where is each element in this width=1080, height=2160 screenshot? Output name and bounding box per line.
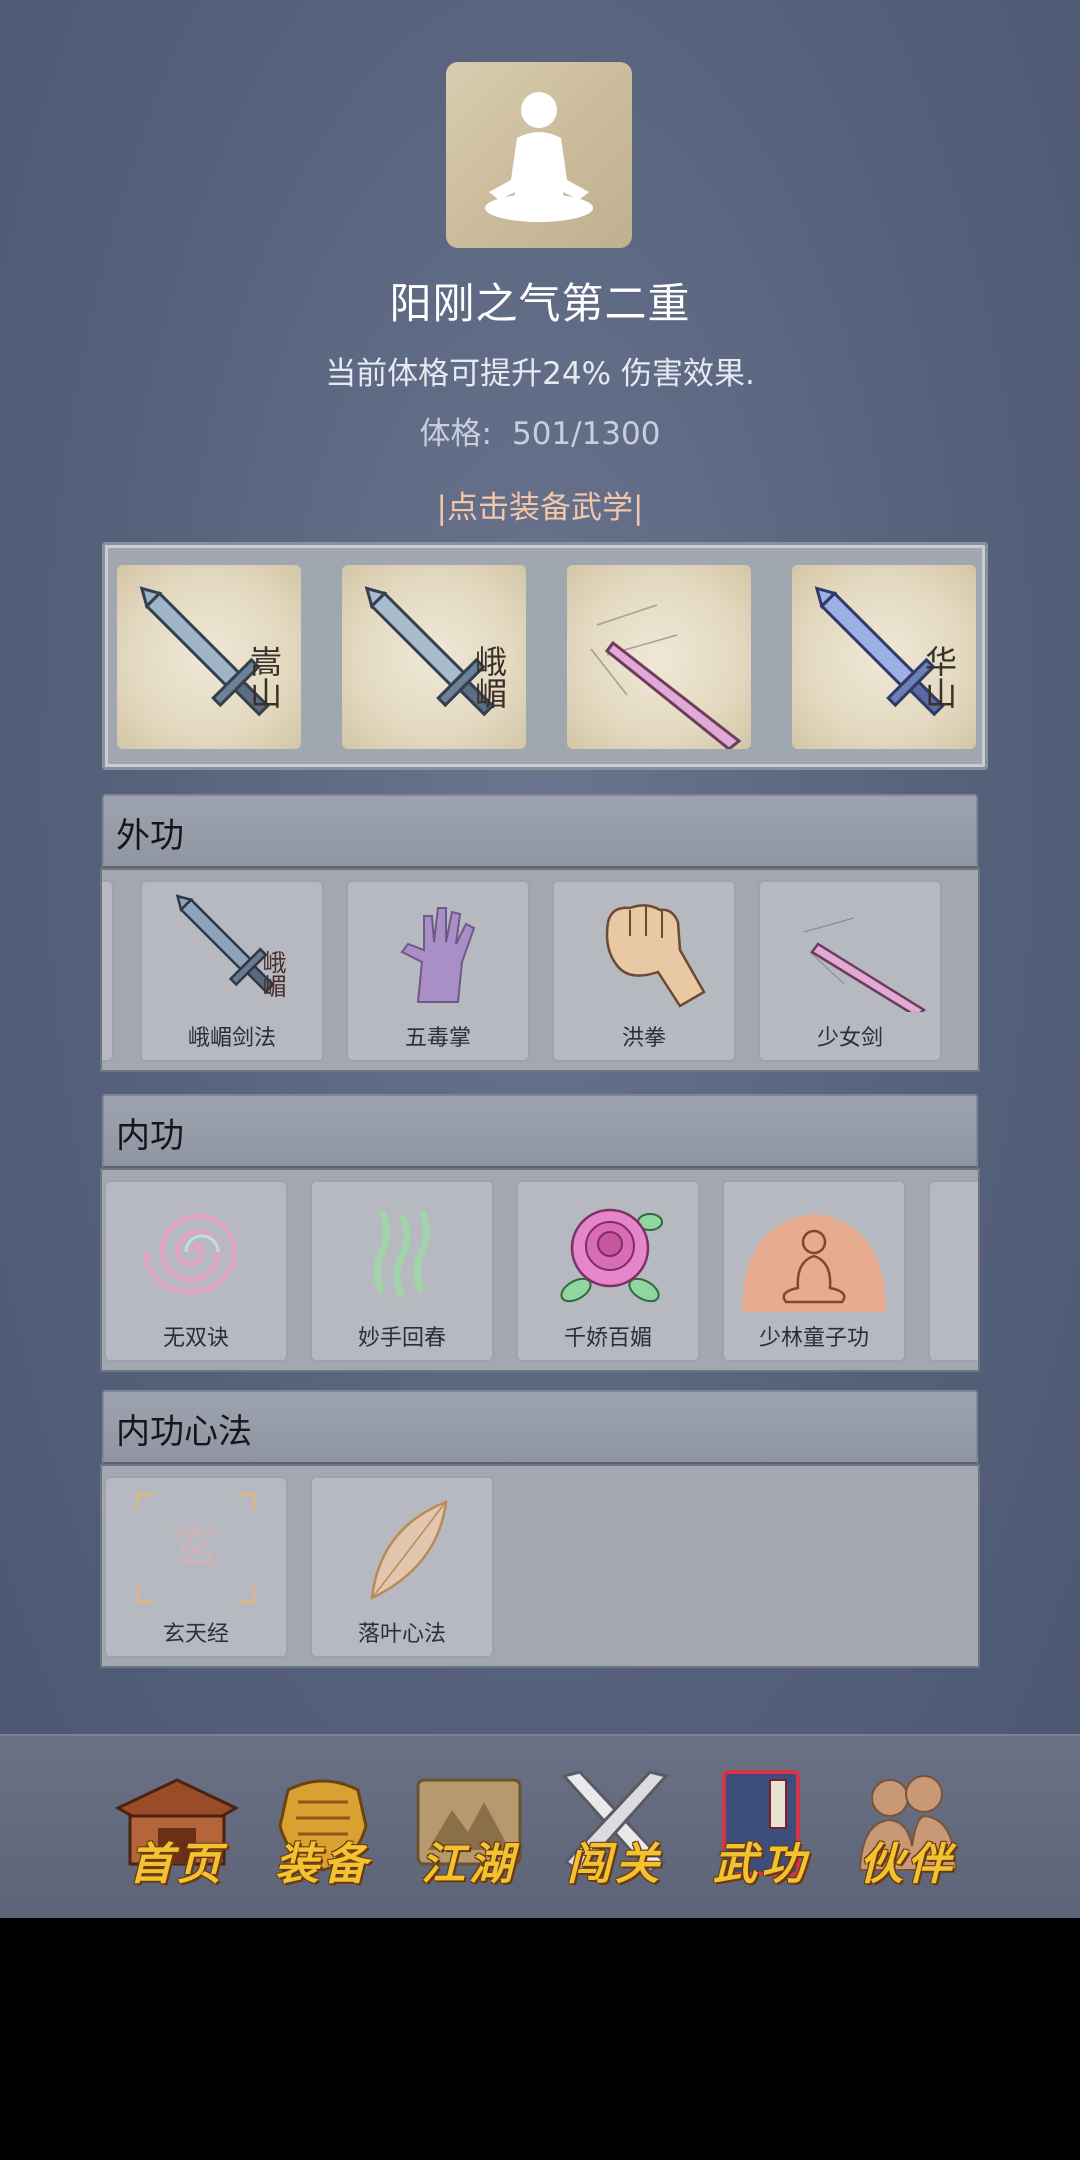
purple-palm-icon [400, 907, 476, 1003]
skill-label: 洪拳 [621, 1026, 666, 1051]
nav-label: 闯关 [567, 1839, 663, 1890]
skill-card[interactable]: 少林童子功 [722, 1180, 906, 1362]
slot-char: 嵩山 [245, 645, 283, 709]
spiral-icon [143, 1213, 237, 1295]
equip-hint-link[interactable]: |点击装备武学| [0, 482, 1080, 527]
skill-card[interactable]: 洪拳 [552, 880, 736, 1062]
section-neigong-header: 内功 [102, 1094, 978, 1168]
card-char: 峨嵋 [258, 950, 286, 998]
stat-label: 体格: [419, 416, 492, 452]
skill-card[interactable]: 落叶心法 [310, 1476, 494, 1658]
skill-card[interactable]: 少女剑 [758, 880, 942, 1062]
leaf-icon [370, 1500, 448, 1601]
slot-char: 峨嵋 [470, 645, 508, 709]
technique-title: 阳刚之气第二重 [389, 279, 691, 328]
skill-label: 无双诀 [162, 1326, 229, 1351]
section-neigong-list[interactable]: 无双诀 妙手回春 千娇百媚 少林童子功 [100, 1168, 980, 1372]
nav-equipment[interactable]: 装备 [258, 1766, 388, 1896]
bottom-nav: 首页 装备 江湖 闯关 武功 伙伴 [0, 1734, 1080, 1918]
section-xinfa-list[interactable]: 玄 玄天经 落叶心法 [100, 1464, 980, 1668]
pink-sword-icon [590, 604, 742, 749]
skill-card[interactable]: 千娇百媚 [516, 1180, 700, 1362]
nav-home[interactable]: 首页 [112, 1766, 242, 1896]
skill-label: 少女剑 [816, 1026, 883, 1051]
equip-slot-1[interactable]: 嵩山 [117, 565, 301, 749]
skill-card[interactable]: 妙手回春 [310, 1180, 494, 1362]
equipped-skills-panel: 嵩山 峨嵋 华山 [102, 542, 988, 770]
nav-label: 江湖 [421, 1839, 517, 1890]
xuan-glyph-icon: 玄 [136, 1492, 256, 1604]
meditation-avatar-icon[interactable] [446, 62, 632, 248]
skill-label: 五毒掌 [404, 1026, 471, 1051]
skill-label: 千娇百媚 [563, 1326, 652, 1351]
pink-sword-icon [803, 917, 926, 1012]
section-title: 内功心法 [116, 1412, 252, 1452]
constitution-stat: 体格: 501/1300 [0, 408, 1080, 453]
skill-label: 妙手回春 [357, 1326, 446, 1351]
nav-label: 装备 [275, 1839, 371, 1890]
skill-card-partial[interactable] [928, 1180, 978, 1362]
nav-jianghu[interactable]: 江湖 [404, 1766, 534, 1896]
section-title: 内功 [116, 1116, 184, 1156]
skill-label: 少林童子功 [758, 1326, 869, 1351]
nav-companions[interactable]: 伙伴 [842, 1766, 972, 1896]
technique-description: 当前体格可提升24% 伤害效果. [325, 356, 755, 392]
skill-card[interactable]: 玄 玄天经 [104, 1476, 288, 1658]
skill-card[interactable]: 五毒掌 [346, 880, 530, 1062]
stat-value: 501/1300 [511, 416, 661, 452]
section-xinfa-header: 内功心法 [102, 1390, 978, 1464]
fist-icon [605, 904, 706, 1008]
nav-label: 伙伴 [859, 1839, 955, 1890]
green-wave-icon [373, 1210, 431, 1298]
skill-label: 落叶心法 [357, 1622, 446, 1647]
section-waigong-header: 外功 [102, 794, 978, 868]
skill-card[interactable]: 无双诀 [104, 1180, 288, 1362]
nav-label: 武功 [713, 1839, 809, 1890]
skill-card[interactable]: 峨嵋 峨嵋剑法 [140, 880, 324, 1062]
nav-challenge[interactable]: 闯关 [550, 1766, 680, 1896]
rose-icon [560, 1208, 663, 1303]
game-screen: 阳刚之气第二重 当前体格可提升24% 伤害效果. 体格: 501/1300 |点击… [0, 0, 1080, 1918]
skill-card-partial[interactable] [102, 880, 114, 1062]
section-title: 外功 [116, 816, 184, 856]
svg-text:玄: 玄 [172, 1520, 220, 1576]
equip-slot-4[interactable]: 华山 [792, 565, 976, 749]
nav-label: 首页 [129, 1839, 225, 1890]
skill-label: 峨嵋剑法 [187, 1026, 276, 1051]
nav-martial-arts[interactable]: 武功 [696, 1766, 826, 1896]
equip-slot-2[interactable]: 峨嵋 [342, 565, 526, 749]
equip-slot-3[interactable] [567, 565, 751, 749]
skill-label: 玄天经 [162, 1622, 229, 1647]
section-waigong-list[interactable]: 峨嵋 峨嵋剑法 五毒掌 洪拳 少女剑 [100, 868, 980, 1072]
meditation-icon [742, 1214, 886, 1312]
slot-char: 华山 [920, 645, 958, 709]
